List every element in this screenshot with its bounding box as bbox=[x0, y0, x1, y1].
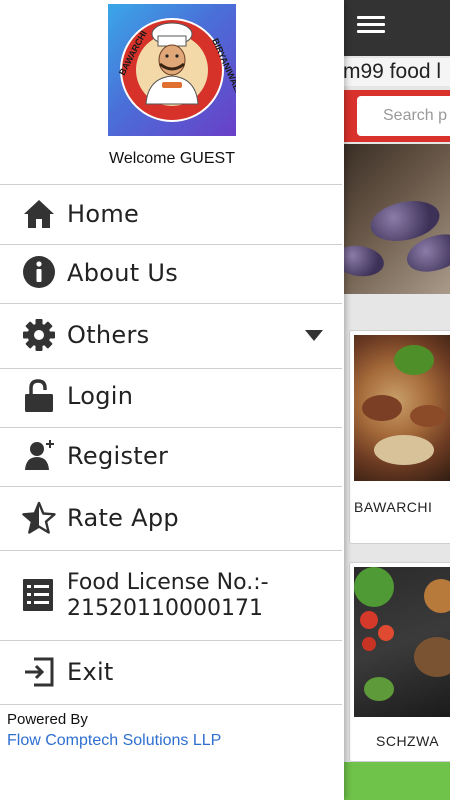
add-user-icon bbox=[25, 440, 54, 470]
navigation-drawer: BAWARCHI BIRYANIWALA Welcome GUEST Home … bbox=[0, 0, 344, 800]
marquee-text: m99 food l bbox=[343, 58, 450, 86]
gear-icon bbox=[23, 319, 55, 351]
biryani-image bbox=[354, 335, 450, 481]
license-text: Food License No.:- 21520110000171 bbox=[67, 570, 269, 622]
product-name: SCHZWA bbox=[376, 733, 440, 749]
search-input[interactable]: Search p bbox=[357, 96, 450, 136]
bottom-bar[interactable] bbox=[344, 762, 450, 800]
powered-by-label: Powered By bbox=[7, 711, 88, 728]
product-card[interactable]: BAWARCHI bbox=[349, 330, 450, 544]
chef-logo-image: BAWARCHI BIRYANIWALA bbox=[117, 18, 245, 122]
info-icon bbox=[23, 256, 55, 288]
menu-item-exit[interactable]: Exit bbox=[0, 641, 342, 704]
company-link[interactable]: Flow Comptech Solutions LLP bbox=[7, 732, 221, 750]
exit-icon bbox=[25, 657, 54, 687]
menu-item-others[interactable]: Others bbox=[0, 304, 342, 368]
menu-label-register: Register bbox=[67, 442, 169, 470]
product-name: BAWARCHI bbox=[354, 499, 433, 515]
menu-toggle-icon[interactable] bbox=[357, 13, 385, 37]
dish-image bbox=[354, 567, 450, 717]
menu-item-rate[interactable]: Rate App bbox=[0, 487, 342, 550]
menu-item-login[interactable]: Login bbox=[0, 369, 342, 427]
star-icon bbox=[22, 501, 56, 534]
menu-item-register[interactable]: Register bbox=[0, 428, 342, 486]
menu-label-others: Others bbox=[67, 321, 150, 349]
home-icon bbox=[24, 200, 54, 228]
menu-label-exit: Exit bbox=[67, 658, 114, 686]
menu-item-home[interactable]: Home bbox=[0, 185, 342, 244]
brand-logo: BAWARCHI BIRYANIWALA bbox=[108, 4, 245, 136]
chevron-down-icon[interactable] bbox=[305, 330, 323, 342]
menu-label-home: Home bbox=[67, 200, 140, 228]
unlock-icon bbox=[25, 379, 53, 412]
license-title: Food License No.:- bbox=[67, 570, 269, 595]
promo-banner-image[interactable] bbox=[344, 144, 450, 294]
menu-label-about: About Us bbox=[67, 259, 179, 287]
welcome-text: Welcome GUEST bbox=[109, 150, 235, 167]
list-icon bbox=[23, 579, 53, 611]
license-number: 21520110000171 bbox=[67, 596, 263, 621]
menu-item-about[interactable]: About Us bbox=[0, 245, 342, 303]
menu-label-login: Login bbox=[67, 382, 134, 410]
product-card[interactable]: SCHZWA bbox=[349, 562, 450, 762]
menu-label-rate: Rate App bbox=[67, 504, 179, 532]
divider bbox=[0, 704, 342, 705]
